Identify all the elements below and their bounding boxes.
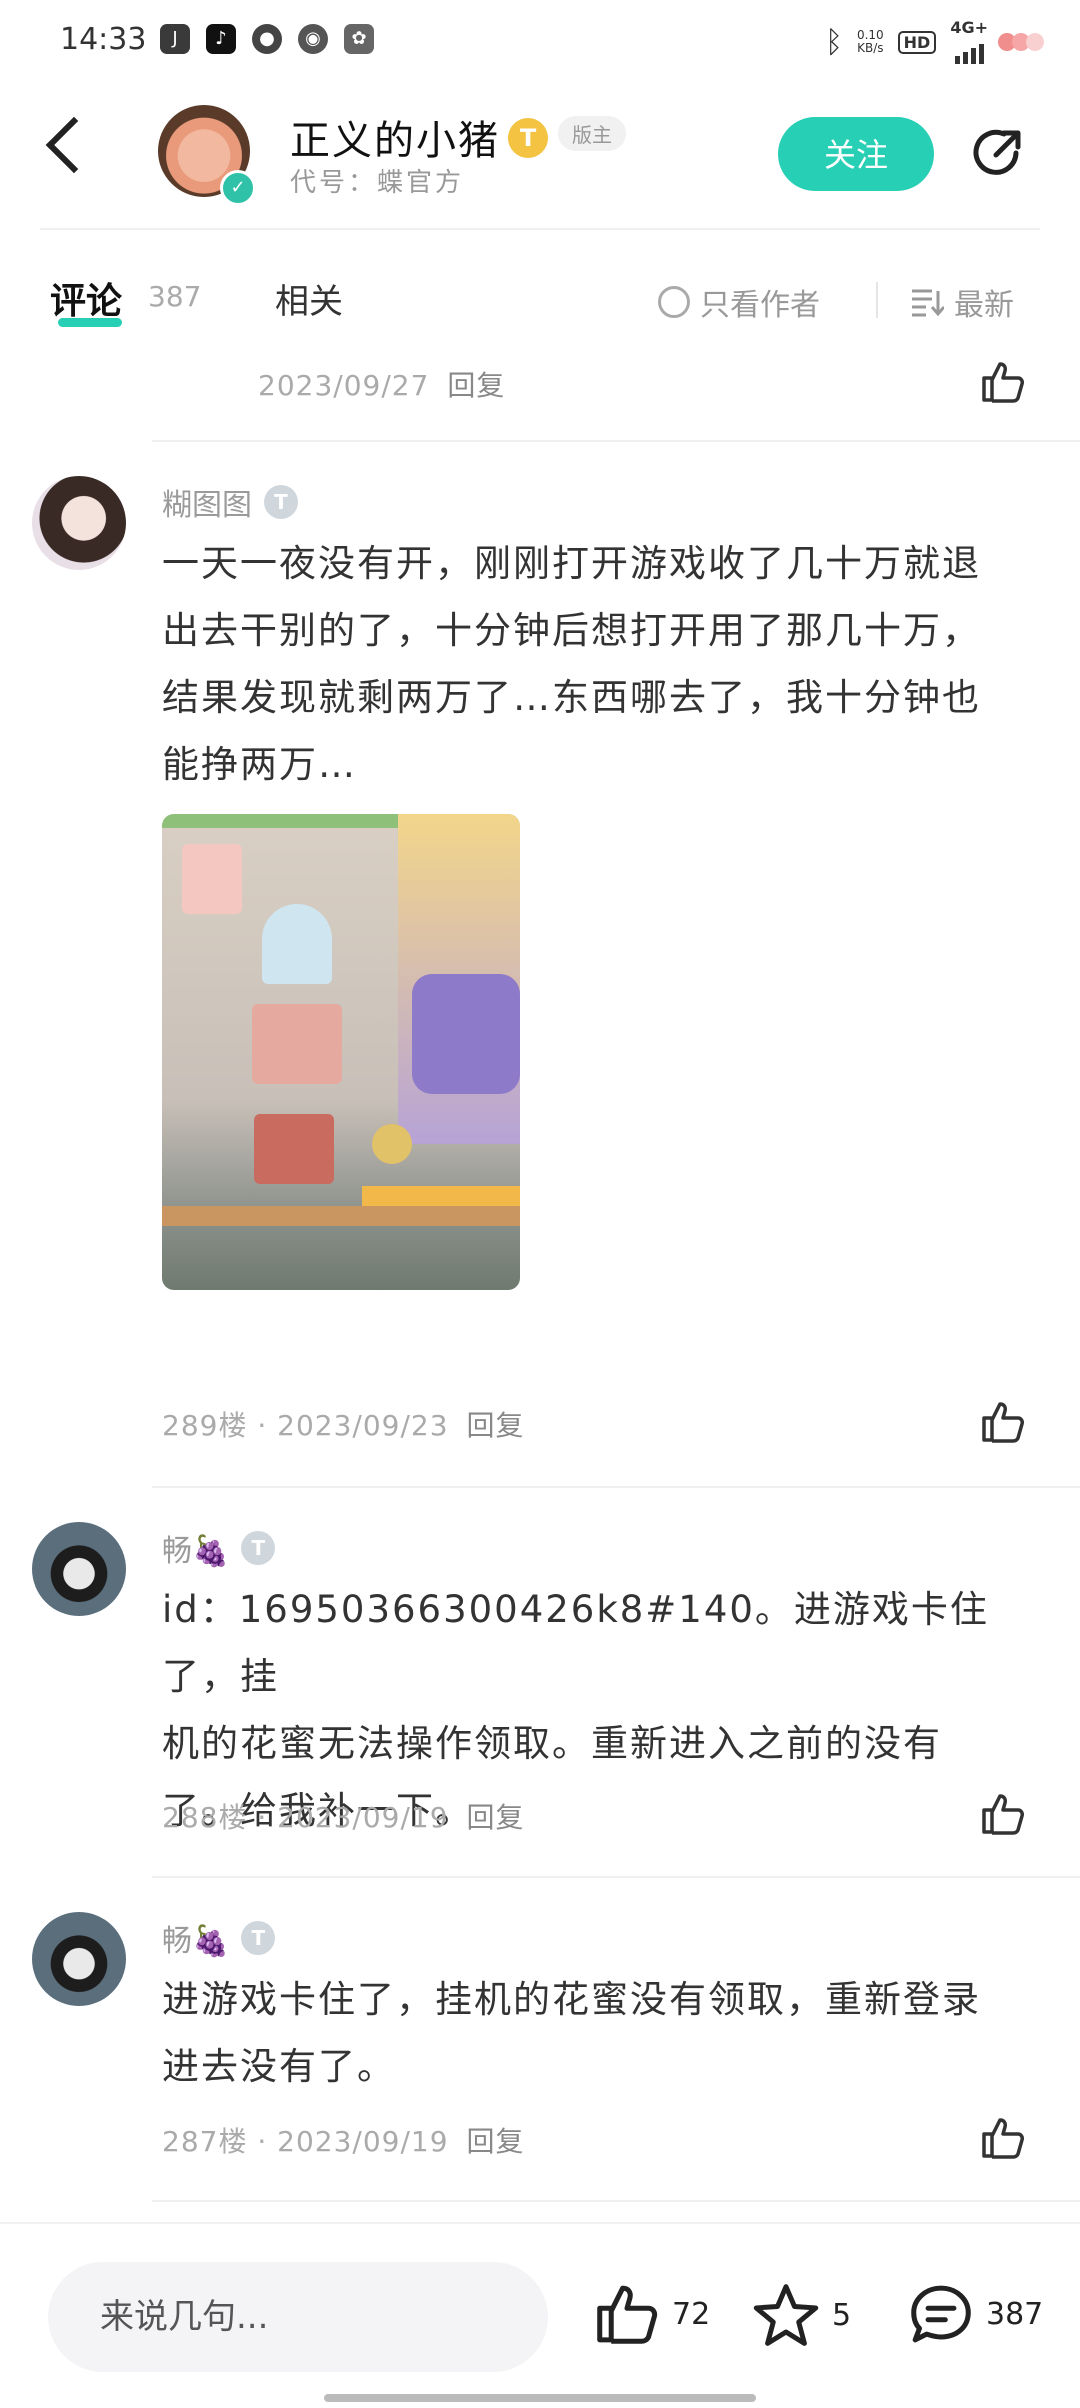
- battery-icon: [998, 33, 1044, 51]
- comment-line: 进去没有了。: [162, 2045, 396, 2088]
- comment-user[interactable]: 畅🍇 T: [162, 1916, 276, 1960]
- favorite-button[interactable]: 5: [752, 2282, 851, 2348]
- divider: [0, 2222, 1080, 2224]
- sort-icon: [912, 289, 944, 317]
- like-icon[interactable]: [980, 2116, 1026, 2160]
- comment-meta: 287楼 · 2023/09/19 回复: [162, 2125, 525, 2158]
- divider: [152, 440, 1080, 442]
- net-speed: 0.10 KB/s: [857, 29, 884, 55]
- star-icon: [753, 2284, 819, 2346]
- reply-button[interactable]: 回复: [467, 1801, 525, 1834]
- image-room: [252, 1004, 342, 1084]
- comment-date: 2023/09/19: [277, 1801, 449, 1834]
- comment-body: 一天一夜没有开，刚刚打开游戏收了几十万就退 出去干别的了，十分钟后想打开用了那几…: [162, 530, 1042, 798]
- divider: [152, 2200, 1080, 2202]
- divider: [876, 282, 878, 318]
- image-room: [262, 904, 332, 984]
- comment-date: 2023/09/27: [258, 369, 430, 402]
- image-clock: [372, 1124, 412, 1164]
- comment-user[interactable]: 糊图图 T: [162, 480, 298, 524]
- comment-meta: 288楼 · 2023/09/19 回复: [162, 1801, 525, 1834]
- comment-body: 进游戏卡住了，挂机的花蜜没有领取，重新登录 进去没有了。: [162, 1966, 1042, 2100]
- divider: [152, 1486, 1080, 1488]
- avatar[interactable]: [32, 1912, 126, 2006]
- image-room: [254, 1114, 334, 1184]
- signal-icon: 4G+: [950, 20, 988, 64]
- back-icon[interactable]: [45, 116, 103, 174]
- comment-line: id：16950366300426k8#140。进游戏卡住了，挂: [162, 1588, 989, 1698]
- comment-bubble-icon: [911, 2285, 971, 2343]
- floor-number: 287楼: [162, 2125, 248, 2158]
- app-notification-icon: J: [160, 24, 190, 54]
- home-indicator[interactable]: [324, 2394, 756, 2402]
- tab-related[interactable]: 相关: [275, 274, 343, 323]
- comment-date: 2023/09/23: [277, 1409, 449, 1442]
- tab-comments[interactable]: 评论: [50, 272, 122, 324]
- radio-icon: [658, 286, 690, 318]
- author-only-label: 只看作者: [700, 288, 820, 323]
- comment-image[interactable]: [162, 814, 520, 1290]
- page-title[interactable]: 正义的小猪: [290, 108, 500, 166]
- follow-button[interactable]: 关注: [778, 117, 934, 191]
- avatar[interactable]: [32, 476, 126, 570]
- app-notification-icon: ●: [252, 24, 282, 54]
- comment-line: 进游戏卡住了，挂机的花蜜没有领取，重新登录: [162, 1978, 981, 2021]
- reply-button[interactable]: 回复: [467, 1409, 525, 1442]
- comment-line: 能挣两万…: [162, 743, 357, 786]
- image-armchair: [412, 974, 520, 1094]
- avatar[interactable]: [32, 1522, 126, 1616]
- comment-date: 2023/09/19: [277, 2125, 449, 2158]
- comment-line: 机的花蜜无法操作领取。重新进入之前的没有: [162, 1722, 942, 1765]
- status-time: 14:33: [60, 22, 147, 57]
- comment-total: 387: [986, 2296, 1044, 2332]
- comment-meta: 289楼 · 2023/09/23 回复: [162, 1409, 525, 1442]
- like-icon[interactable]: [980, 360, 1026, 404]
- app-notification-icon: ✿: [344, 24, 374, 54]
- favorite-count: 5: [832, 2297, 852, 2333]
- reply-button[interactable]: 回复: [447, 369, 505, 402]
- comment-line: 一天一夜没有开，刚刚打开游戏收了几十万就退: [162, 542, 981, 585]
- divider: [40, 228, 1040, 230]
- sort-button[interactable]: 最新: [910, 280, 1014, 324]
- status-icons: ᛒ 0.10 KB/s HD 4G+: [825, 20, 1044, 64]
- like-icon[interactable]: [980, 1400, 1026, 1444]
- floor-number: 288楼: [162, 1801, 248, 1834]
- sort-label: 最新: [954, 288, 1014, 323]
- net-speed-unit: KB/s: [857, 41, 884, 55]
- comment-line: 结果发现就剩两万了…东西哪去了，我十分钟也: [162, 676, 981, 719]
- like-count: 72: [672, 2296, 711, 2332]
- image-room: [182, 844, 242, 914]
- bluetooth-icon: ᛒ: [824, 24, 843, 60]
- comment-user[interactable]: 畅🍇 T: [162, 1526, 276, 1570]
- level-badge: T: [264, 485, 298, 519]
- like-button[interactable]: 72: [594, 2282, 710, 2346]
- user-code: 代号：蝶官方: [290, 168, 465, 198]
- comment-count: 387: [148, 280, 202, 313]
- author-only-toggle[interactable]: 只看作者: [658, 280, 820, 324]
- comment-input[interactable]: 来说几句...: [48, 2262, 548, 2372]
- like-icon[interactable]: [980, 1792, 1026, 1836]
- verified-icon: ✓: [220, 170, 256, 206]
- username: 畅🍇: [162, 1534, 230, 1569]
- level-badge: T: [241, 1921, 276, 1955]
- app-notification-icon: ◉: [298, 24, 328, 54]
- role-badge: 版主: [558, 116, 626, 151]
- level-badge: T: [508, 118, 548, 158]
- comment-line: 出去干别的了，十分钟后想打开用了那几十万，: [162, 609, 981, 652]
- image-floor: [162, 1206, 520, 1226]
- username: 糊图图: [162, 488, 252, 523]
- hd-badge: HD: [897, 30, 937, 54]
- network-type: 4G+: [950, 18, 988, 37]
- thumbs-up-icon: [597, 2285, 658, 2344]
- share-icon[interactable]: [970, 125, 1026, 181]
- comment-button[interactable]: 387: [908, 2282, 1043, 2346]
- reply-button[interactable]: 回复: [467, 2125, 525, 2158]
- comment-meta: 2023/09/27 回复: [258, 364, 505, 404]
- divider: [152, 1876, 1080, 1878]
- tiktok-notification-icon: ♪: [206, 24, 236, 54]
- floor-number: 289楼: [162, 1409, 248, 1442]
- level-badge: T: [241, 1531, 276, 1565]
- username: 畅🍇: [162, 1924, 230, 1959]
